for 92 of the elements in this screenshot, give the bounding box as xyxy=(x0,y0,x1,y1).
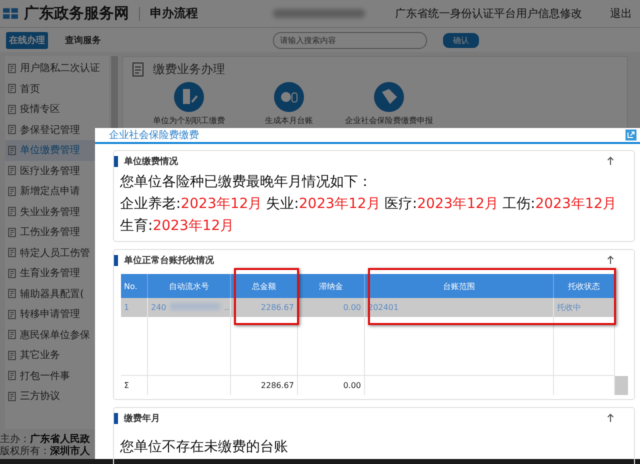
paid-month: 2023年12月 xyxy=(535,196,617,212)
title-marker xyxy=(114,156,118,166)
footer-label: 主办： xyxy=(0,432,30,446)
document-icon xyxy=(7,144,17,156)
insurance-label: 失业: xyxy=(266,196,299,212)
building-icon xyxy=(174,82,204,112)
title-marker xyxy=(114,412,118,424)
section-title: 单位缴费情况 xyxy=(124,155,179,168)
insurance-label: 工伤: xyxy=(502,196,536,212)
document-icon xyxy=(131,62,145,77)
document-icon xyxy=(7,62,17,74)
sidebar-item[interactable]: 新增定点申请 xyxy=(5,181,109,202)
sidebar-item[interactable]: 用户隐私二次认证 xyxy=(5,58,109,78)
site-title: 广东政务服务网 xyxy=(24,4,129,23)
section-title: 单位正常台账托收情况 xyxy=(124,254,215,266)
sidebar-item[interactable]: 失业业务管理 xyxy=(5,202,109,222)
tab[interactable]: 查询服务 xyxy=(62,32,104,48)
total-cell: 0.00 xyxy=(298,376,364,395)
tag-icon xyxy=(374,82,404,112)
document-icon xyxy=(7,83,17,94)
paid-month: 2023年12月 xyxy=(298,196,380,212)
dialog-title: 企业社会保险费缴费 xyxy=(109,128,199,142)
section-title: 申办流程 xyxy=(150,5,198,22)
document-icon xyxy=(7,247,17,258)
collapse-arrow-icon[interactable] xyxy=(606,156,615,166)
footer-text: 深圳市人 xyxy=(50,444,90,458)
document-icon xyxy=(7,390,17,402)
column-header: 总金额 xyxy=(230,274,298,298)
sidebar-item[interactable]: 辅助器具配置( xyxy=(5,284,109,304)
document-icon xyxy=(7,124,17,136)
message-text: 您单位不存在未缴费的台账 xyxy=(119,438,289,457)
document-icon xyxy=(7,186,17,197)
sidebar-item[interactable]: 惠民保单位参保 xyxy=(5,324,109,345)
sidebar-item[interactable]: 首页 xyxy=(5,78,109,99)
profile-link[interactable]: 广东省统一身份认证平台用户信息修改 xyxy=(395,6,582,21)
paid-month: 2023年12月 xyxy=(417,196,499,212)
table-cell: 托收中 xyxy=(554,298,614,317)
paid-month: 2023年12月 xyxy=(180,196,262,212)
panel-title: 缴费业务办理 xyxy=(153,61,225,78)
ellipsis-text: .. xyxy=(224,303,230,312)
table-cell: 1 xyxy=(121,298,148,317)
document-icon xyxy=(7,308,17,320)
footer-text: 广东省人民政 xyxy=(30,432,90,445)
document-icon xyxy=(7,104,17,115)
document-icon xyxy=(7,288,17,300)
document-icon xyxy=(7,206,17,218)
insurance-label: 医疗: xyxy=(384,196,418,212)
confirm-button[interactable]: 确认 xyxy=(443,32,479,48)
sidebar-item[interactable]: 打包一件事 xyxy=(5,366,109,386)
document-icon xyxy=(7,226,17,238)
action-button[interactable]: 生成本月台账 xyxy=(239,82,339,126)
total-cell: 2286.67 xyxy=(230,376,298,395)
table-cell: 0.00 xyxy=(298,298,364,317)
document-icon xyxy=(7,165,17,176)
column-header: 滞纳金 xyxy=(298,274,364,298)
paid-month: 2023年12月 xyxy=(152,218,234,234)
sidebar-item[interactable]: 三方协议 xyxy=(5,386,109,406)
column-header: 自动流水号 xyxy=(148,274,230,298)
section-title: 缴费年月 xyxy=(124,412,161,424)
table-cell: 240 xyxy=(151,303,166,312)
title-marker xyxy=(114,254,118,266)
sidebar-item[interactable]: 其它业务 xyxy=(5,345,109,366)
collapse-arrow-icon[interactable] xyxy=(606,413,615,423)
coin-icon xyxy=(274,82,304,112)
tab[interactable]: 在线办理 xyxy=(6,32,48,48)
document-icon xyxy=(7,350,17,361)
intro-text: 您单位各险种已缴费最晚年月情况如下： xyxy=(119,173,373,192)
sidebar-item[interactable]: 疫情专区 xyxy=(5,99,109,120)
sidebar-item[interactable]: 特定人员工伤管 xyxy=(5,242,109,263)
search-field[interactable]: 请输入搜索内容 xyxy=(273,32,427,48)
popout-icon[interactable] xyxy=(625,129,637,141)
column-header: No. xyxy=(121,274,148,298)
sidebar-item[interactable]: 生育业务管理 xyxy=(5,263,109,284)
action-button[interactable]: 单位为个别职工缴费 xyxy=(139,82,239,126)
table-cell: 2286.67 xyxy=(230,298,298,317)
logout-link[interactable]: 退出 xyxy=(610,6,632,21)
sidebar-item[interactable]: 医疗业务管理 xyxy=(5,160,109,181)
sidebar-item[interactable]: 参保登记管理 xyxy=(5,120,109,140)
sidebar-item[interactable]: 转移申请管理 xyxy=(5,304,109,324)
document-icon xyxy=(7,329,17,340)
collapse-arrow-icon[interactable] xyxy=(606,255,615,265)
action-button[interactable]: 企业社会保险费缴费申报 xyxy=(339,82,439,126)
scrollbar xyxy=(614,376,628,395)
document-icon xyxy=(7,370,17,382)
insurance-label: 企业养老: xyxy=(120,196,181,212)
footer-label: 版权所有： xyxy=(0,444,50,458)
column-header: 托收状态 xyxy=(554,274,614,298)
sidebar-item[interactable]: 工伤业务管理 xyxy=(5,222,109,242)
document-icon xyxy=(7,268,17,279)
total-cell: Σ xyxy=(121,376,148,395)
insurance-label: 生育: xyxy=(120,218,153,234)
column-header: 台账范围 xyxy=(364,274,554,298)
